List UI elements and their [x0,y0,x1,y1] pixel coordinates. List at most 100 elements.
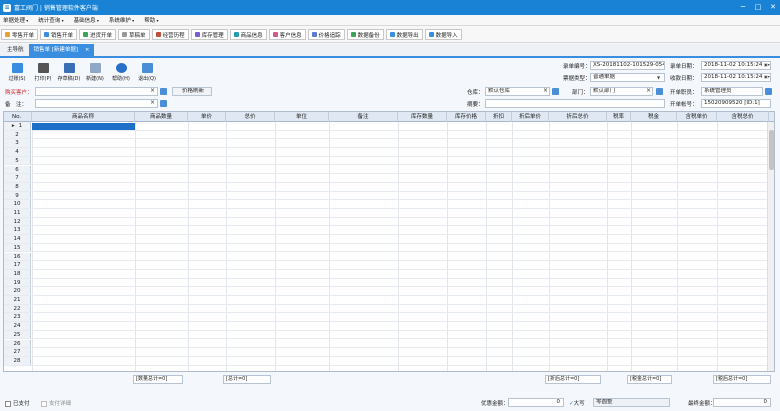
quick-button-10[interactable]: 数据导出 [385,29,423,40]
tab-sales-order[interactable]: 销售单 [新建单据] × [28,44,95,56]
column-header-15[interactable]: 含税总价 [717,112,769,122]
tab-home[interactable]: 主导航 [2,44,29,56]
toolbar-button-3[interactable]: 新建(N) [82,63,108,82]
table-row[interactable]: 22 [4,304,769,314]
table-row[interactable]: 10 [4,200,769,209]
note-clear-icon[interactable]: × [150,99,155,106]
quick-button-2[interactable]: 进货开单 [79,29,117,40]
column-header-0[interactable]: No. [4,112,32,122]
column-header-7[interactable]: 库存数量 [398,112,447,122]
buyer-search-icon[interactable] [160,88,167,95]
note-input[interactable] [35,99,158,108]
maximize-button[interactable]: □ [751,0,765,15]
column-header-12[interactable]: 税率 [607,112,631,122]
column-header-1[interactable]: 商品名称 [32,112,135,122]
toolbar-button-4[interactable]: 帮助(H) [108,63,134,82]
summary-input[interactable] [485,99,665,108]
column-header-9[interactable]: 折扣 [486,112,512,122]
recv-date-field[interactable]: 2018-11-02 10:15:24 [701,73,771,82]
caps-checkbox-wrap[interactable]: ✓大写 [569,399,585,407]
quick-button-5[interactable]: 库存管理 [190,29,228,40]
warehouse-search-icon[interactable] [552,88,559,95]
menu-documents[interactable]: 单据处理 [3,16,28,24]
column-header-6[interactable]: 备注 [329,112,398,122]
discount-input[interactable]: 0 [508,398,564,407]
table-row[interactable]: 20 [4,287,769,296]
paid-checkbox[interactable] [5,400,11,407]
column-header-2[interactable]: 商品数量 [135,112,188,122]
table-row[interactable]: 27 [4,348,769,357]
payment-detail-wrap[interactable]: 支付详细 [41,399,71,407]
table-row[interactable]: 17 [4,261,769,270]
note-search-icon[interactable] [160,100,167,107]
warehouse-input[interactable]: 默认仓库 [485,87,550,96]
table-row[interactable]: 23 [4,313,769,323]
staff-search-icon[interactable] [765,88,772,95]
entry-date-field[interactable]: 2018-11-02 10:15:24 [701,61,771,70]
table-row[interactable]: 19 [4,278,769,288]
table-row[interactable]: 11 [4,209,769,218]
toolbar-button-0[interactable]: 过账(S) [4,63,30,82]
quick-button-3[interactable]: 草稿单 [118,29,150,40]
minimize-button[interactable]: ─ [736,0,750,15]
table-row[interactable]: 9 [4,191,769,201]
column-header-8[interactable]: 库存价格 [447,112,486,122]
menu-system[interactable]: 系统维护 [109,16,134,24]
close-button[interactable]: ✕ [766,0,780,15]
table-row[interactable]: ▸ 1 [4,122,769,131]
doc-no-field[interactable]: XS-20181102-101529-0542 [590,61,665,70]
column-header-11[interactable]: 折后总价 [549,112,607,122]
entry-date-calendar-icon[interactable]: ▣▾ [764,62,770,67]
table-row[interactable]: 5 [4,156,769,166]
vertical-scrollbar[interactable] [767,122,774,371]
quick-button-8[interactable]: 价格追踪 [307,29,345,40]
table-row[interactable]: 16 [4,252,769,262]
toolbar-button-1[interactable]: 打印(P) [30,63,56,82]
table-row[interactable]: 3 [4,139,769,149]
selected-cell[interactable] [32,123,135,130]
table-row[interactable]: 6 [4,165,769,175]
quick-button-6[interactable]: 商品信息 [229,29,267,40]
table-row[interactable]: 8 [4,182,769,192]
column-header-13[interactable]: 税金 [631,112,677,122]
table-row[interactable]: 13 [4,226,769,236]
table-row[interactable]: 18 [4,269,769,279]
table-row[interactable]: 25 [4,330,769,340]
buyer-clear-icon[interactable]: × [150,87,155,94]
column-header-14[interactable]: 含税单价 [677,112,717,122]
menu-help[interactable]: 帮助 [144,16,158,24]
column-header-3[interactable]: 单价 [188,112,226,122]
table-row[interactable]: 7 [4,174,769,183]
table-row[interactable]: 14 [4,235,769,244]
quick-button-11[interactable]: 数据导入 [424,29,462,40]
recv-date-calendar-icon[interactable]: ▣▾ [764,74,770,79]
table-row[interactable]: 2 [4,130,769,140]
table-row[interactable]: 28 [4,356,769,366]
price-refresh-button[interactable]: 价格刷新 [172,87,212,96]
buyer-input[interactable] [35,87,158,96]
quick-button-9[interactable]: 数据备份 [346,29,384,40]
menu-basic-info[interactable]: 基础信息 [74,16,99,24]
toolbar-button-5[interactable]: 退出(Q) [134,63,160,82]
quick-button-0[interactable]: 零售开单 [1,29,39,40]
dept-search-icon[interactable] [656,88,663,95]
dept-clear-icon[interactable]: × [646,87,651,94]
warehouse-clear-icon[interactable]: × [543,87,548,94]
toolbar-button-2[interactable]: 存草稿(D) [56,63,82,82]
dept-input[interactable]: 默认部门 [590,87,653,96]
column-header-5[interactable]: 单位 [275,112,329,122]
scrollbar-thumb[interactable] [769,130,774,170]
table-row[interactable]: 24 [4,322,769,331]
quick-button-1[interactable]: 销售开单 [40,29,78,40]
quick-button-7[interactable]: 客户信息 [268,29,306,40]
menu-statistics[interactable]: 统计查询 [38,16,63,24]
staff-input[interactable]: 系统管理员 [701,87,763,96]
table-row[interactable]: 4 [4,148,769,157]
table-row[interactable]: 12 [4,217,769,227]
table-row[interactable]: 15 [4,243,769,253]
table-row[interactable]: 26 [4,339,769,349]
quick-button-4[interactable]: 经营历程 [151,29,189,40]
column-header-10[interactable]: 折后单价 [512,112,549,122]
table-row[interactable]: 21 [4,296,769,305]
doc-type-select[interactable]: 普通单据 [590,73,665,82]
